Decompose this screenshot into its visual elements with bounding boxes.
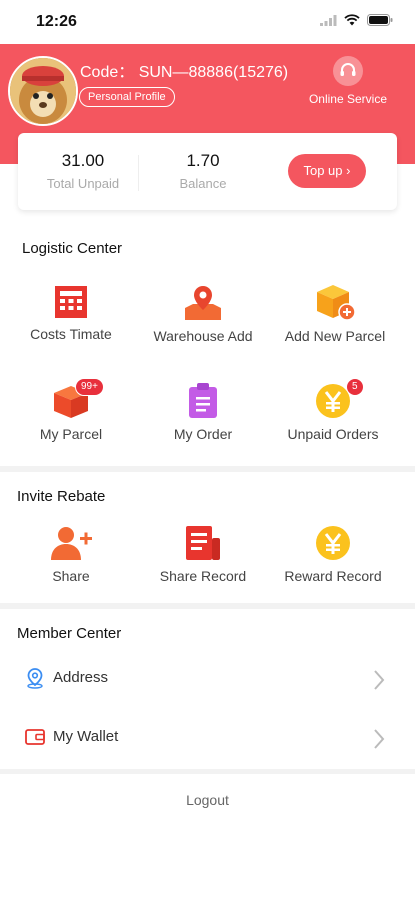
balance-value: 1.70 bbox=[186, 151, 220, 170]
top-up-label: Top up bbox=[303, 163, 343, 178]
avatar[interactable] bbox=[8, 56, 78, 126]
total-unpaid-label: Total Unpaid bbox=[46, 176, 120, 191]
online-service-button[interactable]: Online Service bbox=[304, 56, 392, 108]
balance-card: 31.00 Total Unpaid 1.70 Balance Top up › bbox=[18, 133, 397, 210]
wifi-icon bbox=[344, 14, 360, 26]
add-user-icon bbox=[51, 527, 92, 560]
headset-icon bbox=[333, 56, 363, 86]
avatar-image bbox=[10, 58, 76, 124]
status-time: 12:26 bbox=[36, 13, 77, 30]
warehouse-add-item[interactable]: Warehouse Add bbox=[138, 284, 268, 344]
stat-divider bbox=[138, 155, 139, 191]
box-plus-icon bbox=[317, 285, 356, 321]
record-icon bbox=[186, 526, 220, 560]
location-pin-icon bbox=[185, 286, 221, 320]
unpaid-orders-item[interactable]: 5 Unpaid Orders bbox=[268, 378, 398, 442]
member-center-title: Member Center bbox=[17, 625, 122, 642]
reward-record-label: Reward Record bbox=[284, 568, 382, 584]
section-divider bbox=[0, 466, 415, 472]
user-code: Code： SUN—88886(15276) bbox=[80, 64, 289, 81]
reward-record-item[interactable]: Reward Record bbox=[268, 524, 398, 584]
section-divider bbox=[0, 769, 415, 774]
section-divider bbox=[0, 603, 415, 609]
chevron-right-icon: › bbox=[346, 163, 351, 178]
address-label: Address bbox=[53, 669, 109, 686]
my-wallet-row[interactable]: My Wallet bbox=[0, 710, 415, 766]
status-bar: 12:26 bbox=[0, 0, 415, 44]
my-parcel-badge: 99+ bbox=[75, 378, 104, 396]
costs-timate-label: Costs Timate bbox=[30, 326, 112, 342]
my-order-label: My Order bbox=[173, 426, 233, 442]
my-order-item[interactable]: My Order bbox=[138, 382, 268, 442]
total-unpaid-value: 31.00 bbox=[61, 151, 105, 170]
share-record-item[interactable]: Share Record bbox=[138, 524, 268, 584]
warehouse-add-label: Warehouse Add bbox=[153, 328, 253, 344]
cellular-signal-icon bbox=[320, 14, 337, 26]
add-new-parcel-label: Add New Parcel bbox=[284, 328, 386, 344]
status-icons bbox=[320, 14, 393, 26]
top-up-button[interactable]: Top up › bbox=[288, 154, 366, 188]
address-row[interactable]: Address bbox=[0, 651, 415, 707]
invite-rebate-title: Invite Rebate bbox=[17, 488, 106, 505]
battery-icon bbox=[367, 14, 393, 26]
location-icon bbox=[27, 668, 43, 689]
logistic-center-title: Logistic Center bbox=[22, 240, 123, 257]
calculator-icon bbox=[55, 286, 87, 318]
balance-stat[interactable]: 1.70 Balance bbox=[148, 151, 258, 191]
unpaid-orders-badge: 5 bbox=[346, 378, 364, 396]
chevron-right-icon bbox=[374, 670, 385, 690]
balance-label: Balance bbox=[179, 176, 227, 191]
add-new-parcel-item[interactable]: Add New Parcel bbox=[270, 282, 400, 344]
personal-profile-button[interactable]: Personal Profile bbox=[79, 87, 175, 107]
share-label: Share bbox=[52, 568, 90, 584]
logout-button[interactable]: Logout bbox=[0, 792, 415, 808]
share-item[interactable]: Share bbox=[6, 524, 136, 584]
my-parcel-item[interactable]: 99+ My Parcel bbox=[6, 378, 136, 442]
share-record-label: Share Record bbox=[159, 568, 247, 584]
wallet-icon bbox=[25, 729, 45, 745]
my-parcel-label: My Parcel bbox=[39, 426, 103, 442]
chevron-right-icon bbox=[374, 729, 385, 749]
my-wallet-label: My Wallet bbox=[53, 728, 119, 745]
unpaid-orders-label: Unpaid Orders bbox=[287, 426, 379, 442]
online-service-label: Online Service bbox=[308, 92, 388, 106]
costs-timate-item[interactable]: Costs Timate bbox=[6, 284, 136, 342]
total-unpaid-stat[interactable]: 31.00 Total Unpaid bbox=[28, 151, 138, 191]
yen-coin-icon bbox=[316, 526, 350, 560]
clipboard-icon bbox=[189, 383, 217, 418]
